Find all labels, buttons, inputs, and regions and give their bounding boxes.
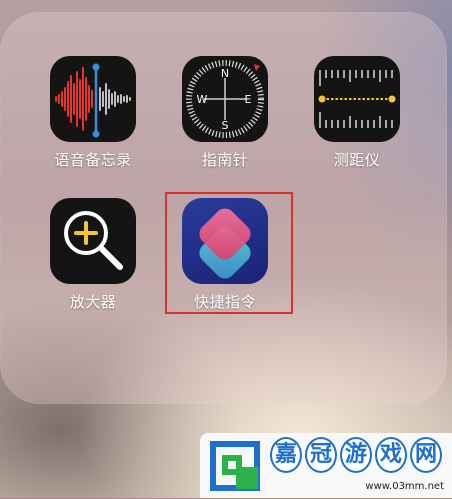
watermark: 嘉 冠 游 戏 网 www.03mm.net: [200, 433, 452, 498]
app-measure[interactable]: 测距仪: [297, 56, 417, 170]
compass-letter-w: W: [197, 93, 208, 106]
watermark-char: 游: [340, 437, 372, 473]
watermark-url: www.03mm.net: [365, 481, 444, 492]
watermark-logo: [206, 437, 264, 495]
measure-icon: [314, 56, 400, 142]
compass-letter-e: E: [245, 93, 252, 106]
compass-letter-n: N: [221, 67, 229, 80]
app-magnifier[interactable]: 放大器: [33, 198, 153, 312]
magnifier-icon: [50, 198, 136, 284]
app-label-magnifier: 放大器: [69, 293, 117, 311]
app-compass[interactable]: N E S W 指南针: [165, 56, 285, 170]
app-label-measure: 测距仪: [333, 151, 381, 169]
app-voice-memos[interactable]: 语音备忘录: [33, 56, 153, 170]
watermark-char: 嘉: [270, 437, 302, 473]
app-label-voice-memos: 语音备忘录: [54, 151, 132, 169]
watermark-char: 网: [410, 437, 442, 473]
compass-icon: N E S W: [182, 56, 268, 142]
voice-memos-icon: [50, 56, 136, 142]
app-label-compass: 指南针: [201, 151, 249, 169]
watermark-char: 冠: [305, 437, 337, 473]
highlight-box: [165, 192, 293, 314]
watermark-char: 戏: [375, 437, 407, 473]
watermark-title: 嘉 冠 游 戏 网: [270, 437, 445, 473]
compass-letter-s: S: [222, 119, 229, 132]
